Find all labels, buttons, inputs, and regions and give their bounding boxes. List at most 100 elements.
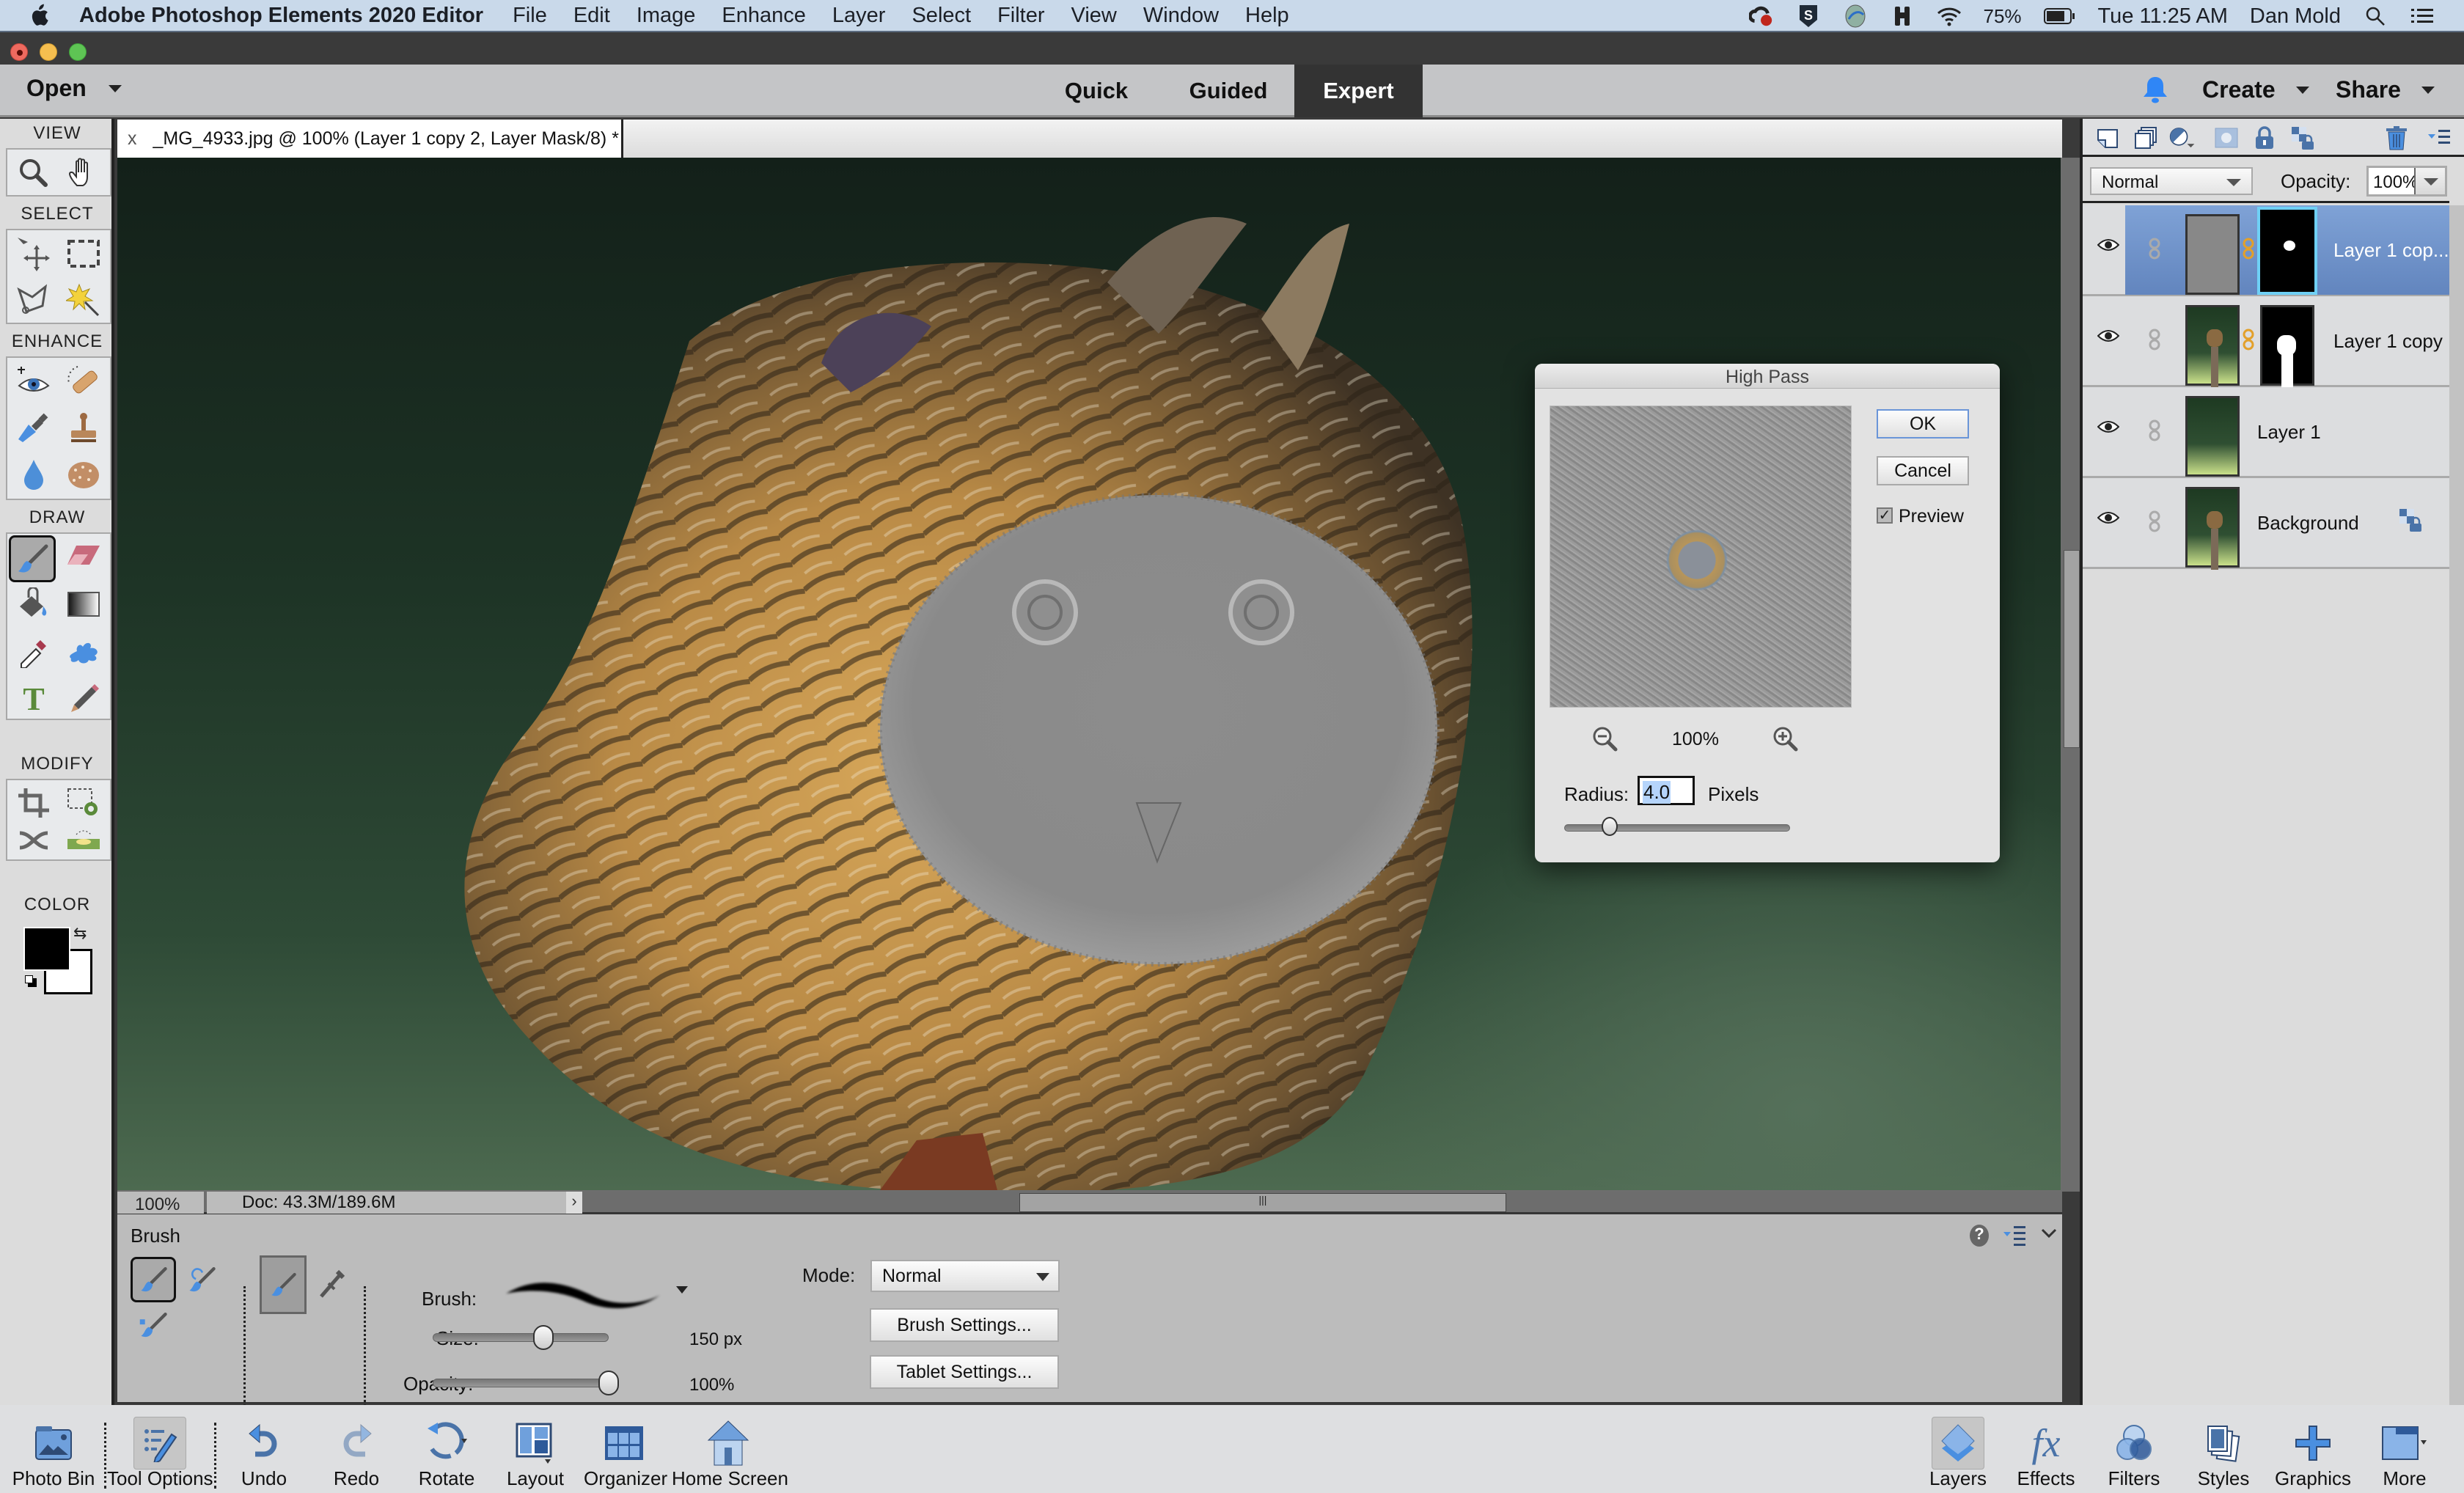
radius-slider[interactable]	[1564, 824, 1790, 832]
doc-info-menu-arrow[interactable]: ›	[566, 1192, 582, 1214]
home-screen-button[interactable]: Home Screen	[672, 1405, 788, 1493]
layer-name[interactable]: Layer 1 cop...	[2333, 239, 2449, 262]
graphics-button[interactable]: Graphics	[2275, 1405, 2351, 1493]
effects-button[interactable]: fx Effects	[2009, 1405, 2083, 1493]
clone-stamp-tool[interactable]	[60, 405, 107, 452]
filters-button[interactable]: Filters	[2097, 1405, 2171, 1493]
notification-center-icon[interactable]	[2410, 4, 2435, 29]
link-chain-icon[interactable]	[2149, 510, 2160, 536]
size-slider-knob[interactable]	[533, 1325, 554, 1350]
lock-all-icon[interactable]	[2251, 125, 2278, 151]
straighten-tool[interactable]	[60, 817, 107, 864]
impressionist-brush-button[interactable]	[179, 1257, 224, 1302]
share-button[interactable]: Share	[2336, 76, 2435, 103]
move-tool[interactable]	[10, 230, 57, 277]
marquee-tool[interactable]	[60, 230, 107, 277]
battery-icon[interactable]	[2043, 4, 2076, 29]
layer-mask-thumbnail[interactable]	[2257, 207, 2317, 295]
add-mask-icon[interactable]	[2213, 125, 2240, 151]
filter-preview[interactable]	[1550, 406, 1852, 708]
layout-button[interactable]: Layout	[499, 1405, 572, 1493]
creative-cloud-icon[interactable]	[1748, 4, 1774, 29]
ok-button[interactable]: OK	[1877, 409, 1969, 439]
mode-tab-guided[interactable]: Guided	[1173, 65, 1283, 117]
menu-layer[interactable]: Layer	[832, 4, 886, 28]
menu-help[interactable]: Help	[1245, 4, 1289, 28]
organizer-button[interactable]: Organizer	[584, 1405, 667, 1493]
radius-input[interactable]: 4.0	[1638, 776, 1695, 805]
clock[interactable]: Tue 11:25 AM	[2098, 4, 2228, 29]
vertical-scroll-thumb[interactable]	[2064, 550, 2080, 748]
link-chain-icon[interactable]	[2149, 329, 2160, 354]
mask-link-icon[interactable]	[2243, 238, 2254, 263]
transparency-lock-icon[interactable]	[2398, 507, 2423, 536]
mode-select[interactable]: Normal	[870, 1260, 1060, 1292]
document-tab[interactable]: x _MG_4933.jpg @ 100% (Layer 1 copy 2, L…	[117, 120, 623, 158]
delete-layer-icon[interactable]	[2383, 125, 2410, 151]
menu-view[interactable]: View	[1071, 4, 1117, 28]
brush-preset-picker[interactable]	[499, 1273, 675, 1318]
wifi-icon[interactable]	[1937, 4, 1962, 29]
menu-window[interactable]: Window	[1143, 4, 1219, 28]
content-aware-move-tool[interactable]	[10, 817, 57, 864]
smart-brush-tool[interactable]	[10, 405, 57, 452]
zoom-window-button[interactable]	[69, 43, 87, 61]
layer-name[interactable]: Background	[2257, 512, 2359, 535]
vertical-scrollbar[interactable]	[2062, 158, 2081, 1192]
rotate-button[interactable]: Rotate	[408, 1405, 485, 1493]
gradient-tool[interactable]	[60, 581, 107, 628]
undo-button[interactable]: Undo	[227, 1405, 301, 1493]
menu-filter[interactable]: Filter	[997, 4, 1044, 28]
new-layer-icon[interactable]	[2094, 125, 2121, 151]
eraser-tool[interactable]	[60, 534, 107, 581]
layer-row-layer-1-copy-2[interactable]: Layer 1 cop...	[2083, 205, 2449, 296]
healing-brush-tool[interactable]	[60, 358, 107, 405]
foreground-color-swatch[interactable]	[23, 927, 70, 971]
zoom-in-icon[interactable]	[1772, 726, 1799, 756]
styles-button[interactable]: Styles	[2187, 1405, 2260, 1493]
layer-row-background[interactable]: Background	[2083, 478, 2449, 570]
brush-picker-dropdown-icon[interactable]	[676, 1286, 688, 1294]
brush-settings-button[interactable]: Brush Settings...	[870, 1308, 1059, 1342]
opacity-slider[interactable]	[433, 1379, 609, 1387]
preview-checkbox[interactable]: ✓	[1877, 507, 1893, 524]
airbrush-button[interactable]	[318, 1267, 352, 1301]
layer-row-layer-1[interactable]: Layer 1	[2083, 387, 2449, 478]
visibility-eye-icon[interactable]	[2097, 329, 2120, 347]
layer-row-layer-1-copy[interactable]: Layer 1 copy	[2083, 296, 2449, 388]
sponge-tool[interactable]	[60, 452, 107, 499]
spotlight-search-icon[interactable]	[2363, 4, 2388, 29]
lasso-tool[interactable]	[10, 277, 57, 324]
layers-scrollbar[interactable]	[2449, 205, 2464, 1405]
menu-file[interactable]: File	[513, 4, 547, 28]
zoom-out-icon[interactable]	[1592, 726, 1618, 756]
close-window-button[interactable]	[10, 43, 28, 61]
hand-tool[interactable]	[60, 150, 107, 197]
sophos-shield-icon[interactable]: S	[1796, 4, 1821, 29]
layer-name[interactable]: Layer 1 copy	[2333, 330, 2443, 353]
mode-tab-quick[interactable]: Quick	[1041, 65, 1151, 117]
visibility-eye-icon[interactable]	[2097, 419, 2120, 438]
menu-edit[interactable]: Edit	[573, 4, 610, 28]
more-button[interactable]: More	[2366, 1405, 2443, 1493]
layer-thumbnail[interactable]	[2185, 305, 2240, 388]
layer-mask-thumbnail[interactable]	[2260, 305, 2314, 388]
menu-image[interactable]: Image	[637, 4, 696, 28]
user-name[interactable]: Dan Mold	[2250, 4, 2341, 29]
minimize-window-button[interactable]	[40, 43, 57, 61]
tool-options-button[interactable]: Tool Options	[107, 1405, 213, 1493]
photo-bin-button[interactable]: Photo Bin	[3, 1405, 104, 1493]
red-eye-tool[interactable]	[10, 358, 57, 405]
visibility-eye-icon[interactable]	[2097, 238, 2120, 256]
layer-thumbnail[interactable]	[2185, 396, 2240, 477]
layer-thumbnail[interactable]	[2185, 214, 2240, 295]
mask-link-icon[interactable]	[2243, 329, 2254, 354]
layers-panel-menu-icon[interactable]	[2427, 125, 2454, 151]
cancel-button[interactable]: Cancel	[1877, 456, 1969, 485]
size-slider[interactable]	[433, 1333, 609, 1342]
help-icon[interactable]: ?	[1970, 1225, 1989, 1247]
menu-enhance[interactable]: Enhance	[722, 4, 806, 28]
adjustment-layer-icon[interactable]	[2169, 125, 2196, 151]
visibility-eye-icon[interactable]	[2097, 510, 2120, 529]
default-colors-icon[interactable]	[25, 975, 38, 988]
